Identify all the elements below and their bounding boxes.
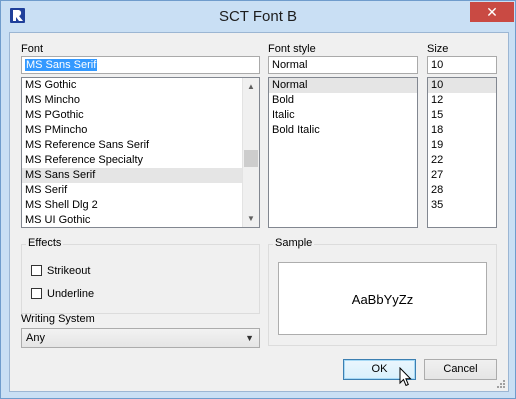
size-listbox[interactable]: 10 12 15 18 19 22 27 28 35 xyxy=(427,77,497,228)
size-list-item[interactable]: 22 xyxy=(428,153,496,168)
font-list-item[interactable]: MS PGothic xyxy=(22,108,259,123)
size-items: 10 12 15 18 19 22 27 28 35 xyxy=(428,78,496,213)
effects-label: Effects xyxy=(26,237,64,249)
font-list-item[interactable]: MS Sans Serif xyxy=(22,168,259,183)
window-title: SCT Font B xyxy=(218,8,298,25)
size-list-item[interactable]: 35 xyxy=(428,198,496,213)
style-list-item[interactable]: Normal xyxy=(269,78,417,93)
size-list-item[interactable]: 28 xyxy=(428,183,496,198)
font-style-input[interactable]: Normal xyxy=(268,56,418,74)
font-style-listbox[interactable]: Normal Bold Italic Bold Italic xyxy=(268,77,418,228)
close-icon: ✕ xyxy=(486,4,498,20)
size-list-item[interactable]: 18 xyxy=(428,123,496,138)
size-list-item[interactable]: 15 xyxy=(428,108,496,123)
scroll-up-icon[interactable]: ▲ xyxy=(243,78,259,95)
font-items: MS Gothic MS Mincho MS PGothic MS PMincho MS… xyxy=(22,78,259,227)
font-list-item[interactable]: MS Mincho xyxy=(22,93,259,108)
font-label: Font xyxy=(21,43,44,55)
style-items: Normal Bold Italic Bold Italic xyxy=(269,78,417,138)
mouse-cursor-icon xyxy=(399,367,412,387)
font-list-item[interactable]: MS Reference Specialty xyxy=(22,153,259,168)
font-input-value: MS Sans Serif xyxy=(25,59,98,71)
font-list-item[interactable]: MS Reference Sans Serif xyxy=(22,138,259,153)
size-list-item[interactable]: 10 xyxy=(428,78,496,93)
size-label: Size xyxy=(427,43,449,55)
sample-label: Sample xyxy=(273,237,315,249)
font-list-item[interactable]: MS UI Gothic xyxy=(22,213,259,227)
writing-system-label: Writing System xyxy=(21,313,95,325)
font-listbox[interactable]: MS Gothic MS Mincho MS PGothic MS PMincho MS… xyxy=(21,77,260,228)
cancel-button[interactable]: Cancel xyxy=(424,359,497,380)
effects-group xyxy=(21,244,260,314)
sample-preview: AaBbYyZz xyxy=(278,262,487,335)
writing-system-select[interactable]: Any ▼ xyxy=(21,328,260,348)
scroll-thumb[interactable] xyxy=(244,150,258,167)
title-bar[interactable]: SCT Font B ✕ xyxy=(1,1,515,31)
underline-checkbox[interactable] xyxy=(31,288,42,299)
font-list-item[interactable]: MS PMincho xyxy=(22,123,259,138)
dialog-client: Font MS Sans Serif MS Gothic MS Mincho MS … xyxy=(9,32,509,392)
font-scrollbar[interactable]: ▲ ▼ xyxy=(242,78,259,227)
font-list-item[interactable]: MS Gothic xyxy=(22,78,259,93)
style-list-item[interactable]: Bold Italic xyxy=(269,123,417,138)
style-list-item[interactable]: Bold xyxy=(269,93,417,108)
font-input[interactable]: MS Sans Serif xyxy=(21,56,260,74)
style-list-item[interactable]: Italic xyxy=(269,108,417,123)
font-style-label: Font style xyxy=(268,43,316,55)
close-button[interactable]: ✕ xyxy=(470,2,514,22)
dialog-window: SCT Font B ✕ Font MS Sans Serif MS Gothi… xyxy=(0,0,516,399)
strikeout-label[interactable]: Strikeout xyxy=(47,265,90,277)
scroll-down-icon[interactable]: ▼ xyxy=(243,210,259,227)
resize-grip-icon[interactable] xyxy=(496,379,506,389)
font-list-item[interactable]: MS Shell Dlg 2 xyxy=(22,198,259,213)
size-list-item[interactable]: 19 xyxy=(428,138,496,153)
strikeout-checkbox[interactable] xyxy=(31,265,42,276)
size-list-item[interactable]: 12 xyxy=(428,93,496,108)
size-list-item[interactable]: 27 xyxy=(428,168,496,183)
writing-system-value: Any xyxy=(26,332,45,344)
sample-text: AaBbYyZz xyxy=(351,292,414,307)
chevron-down-icon: ▼ xyxy=(245,333,254,343)
font-list-item[interactable]: MS Serif xyxy=(22,183,259,198)
size-input[interactable]: 10 xyxy=(427,56,497,74)
underline-label[interactable]: Underline xyxy=(47,288,94,300)
